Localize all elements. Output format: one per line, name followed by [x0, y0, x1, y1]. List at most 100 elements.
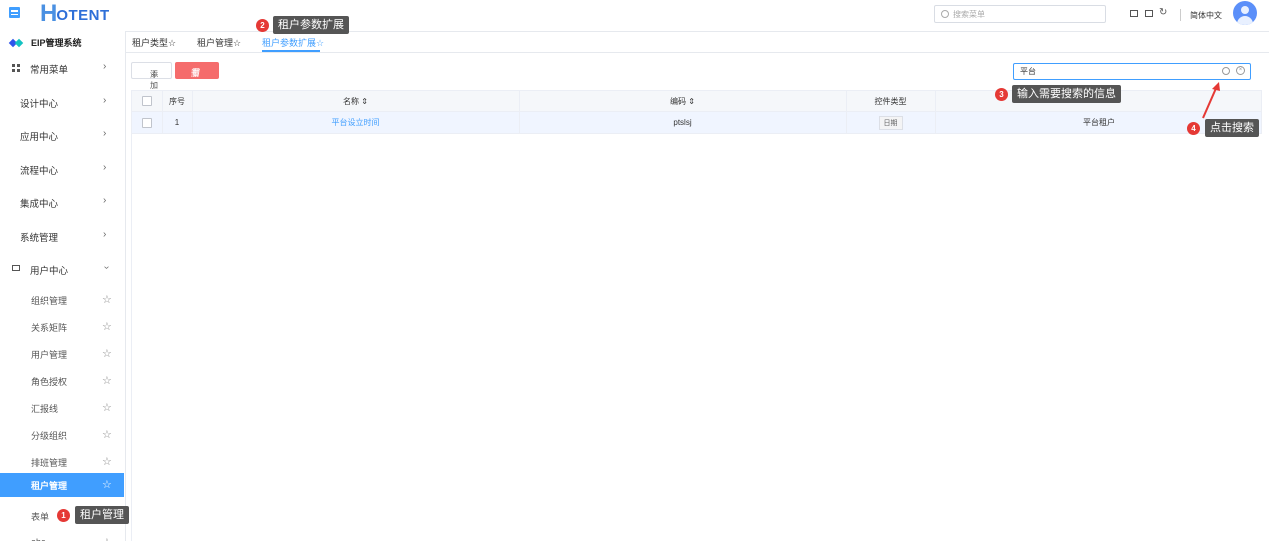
sidebar-subitem-graded-org[interactable]: 分级组织 ☆	[0, 423, 124, 447]
avatar[interactable]	[1233, 1, 1257, 25]
cell-name-link[interactable]: 平台设立时间	[192, 112, 519, 133]
table-row[interactable]: 1 平台设立时间 ptslsj 日期 平台租户	[131, 112, 1262, 134]
search-icon[interactable]	[1222, 67, 1230, 75]
sidebar-subitem-users[interactable]: 用户管理 ☆	[0, 342, 124, 366]
star-icon[interactable]: ☆	[102, 428, 112, 441]
chevron-right-icon: ›	[103, 95, 107, 106]
sidebar-item-user-center[interactable]: 用户中心 ›	[0, 259, 124, 279]
star-icon[interactable]: ☆	[102, 478, 112, 491]
cell-control-type: 日期	[846, 112, 935, 133]
delete-button[interactable]: 🗑 删除	[175, 62, 219, 89]
sidebar-item-system-management[interactable]: 系统管理 ›	[0, 226, 124, 246]
sidebar-subitem-label: 角色授权	[31, 377, 68, 387]
sidebar-item-app-center[interactable]: 应用中心 ›	[0, 125, 124, 145]
chevron-down-icon: ›	[101, 265, 113, 270]
star-icon[interactable]: ☆	[102, 347, 112, 360]
star-icon[interactable]: ☆	[102, 455, 112, 468]
chevron-right-icon: ›	[103, 195, 107, 206]
annotation-2-tooltip: 租户参数扩展	[273, 16, 349, 34]
star-icon[interactable]: ☆	[102, 293, 112, 306]
annotation-2-badge: 2	[256, 19, 269, 32]
monitor-icon	[12, 265, 20, 271]
header-checkbox-cell	[132, 91, 162, 111]
sidebar-item-label: 系统管理	[20, 233, 59, 244]
refresh-icon[interactable]: ↻	[1159, 7, 1167, 18]
star-icon[interactable]: ☆	[102, 536, 112, 541]
sidebar-item-label: 常用菜单	[30, 65, 69, 76]
system-title[interactable]: EIP管理系统	[10, 36, 82, 49]
search-icon	[941, 10, 949, 18]
fullscreen-icon[interactable]	[1145, 10, 1153, 17]
row-checkbox[interactable]	[142, 117, 152, 128]
logo-text: OTENT	[56, 7, 110, 24]
sidebar-subitem-label: 分级组织	[31, 431, 68, 441]
select-all-checkbox[interactable]	[142, 96, 152, 106]
sidebar-subitem-abc[interactable]: abc ☆	[0, 531, 124, 541]
sidebar-item-label: 集成中心	[20, 199, 59, 210]
annotation-4-tooltip: 点击搜索	[1205, 119, 1259, 137]
sidebar-item-common-menu[interactable]: 常用菜单 ›	[0, 58, 124, 78]
annotation-1-tooltip: 租户管理	[75, 506, 129, 524]
search-field[interactable]: ×	[1013, 63, 1251, 80]
chevron-right-icon: ›	[103, 128, 107, 139]
sidebar-item-label: 流程中心	[20, 166, 59, 177]
clear-icon[interactable]: ×	[1236, 66, 1245, 75]
tab-tenant-type[interactable]: 租户类型☆	[132, 36, 176, 49]
delete-button-label: 删除	[191, 69, 199, 89]
menu-search-placeholder: 搜索菜单	[953, 10, 985, 19]
chevron-right-icon: ›	[103, 229, 107, 240]
menu-search-input[interactable]: 搜索菜单	[934, 5, 1106, 23]
sidebar-subitem-label: 用户管理	[31, 350, 68, 360]
sidebar-subitem-label: 排班管理	[31, 458, 68, 468]
divider	[1180, 9, 1181, 21]
top-bar: H OTENT 搜索菜单 ↻ 简体中文	[0, 0, 1269, 32]
logo: H OTENT	[40, 0, 110, 27]
annotation-3-badge: 3	[995, 88, 1008, 101]
add-button-label: 添加	[150, 70, 158, 90]
add-button[interactable]: ＋ 添加	[131, 62, 172, 90]
menu-toggle-icon[interactable]	[9, 7, 20, 18]
screen-icon[interactable]	[1130, 10, 1138, 17]
tab-tenant-param-extension[interactable]: 租户参数扩展☆	[262, 36, 324, 49]
tabs-divider	[125, 52, 1269, 53]
logo-letter: H	[40, 0, 57, 27]
sidebar-item-design-center[interactable]: 设计中心 ›	[0, 92, 124, 112]
language-selector[interactable]: 简体中文	[1190, 10, 1222, 21]
annotation-1-badge: 1	[57, 509, 70, 522]
sidebar: EIP管理系统 常用菜单 › 设计中心 › 应用中心 › 流程中心 › 集成中心…	[0, 31, 126, 541]
annotation-4-badge: 4	[1187, 122, 1200, 135]
sidebar-subitem-label: abc	[31, 537, 46, 541]
sidebar-subitem-tenant[interactable]: 租户管理 ☆	[0, 473, 124, 497]
search-input[interactable]	[1020, 66, 1210, 77]
column-header-index: 序号	[169, 96, 185, 106]
chevron-right-icon: ›	[103, 162, 107, 173]
sidebar-subitem-label: 关系矩阵	[31, 323, 68, 333]
sidebar-subitem-schedule[interactable]: 排班管理 ☆	[0, 450, 124, 474]
star-icon[interactable]: ☆	[102, 401, 112, 414]
grid-icon	[12, 64, 20, 72]
column-header-name[interactable]: 名称 ⇕	[192, 91, 519, 111]
cell-index: 1	[174, 118, 180, 127]
sidebar-item-integration-center[interactable]: 集成中心 ›	[0, 192, 124, 212]
sidebar-subitem-label: 表单	[31, 512, 50, 522]
tab-tenant-management[interactable]: 租户管理☆	[197, 36, 241, 49]
sidebar-item-label: 应用中心	[20, 132, 59, 143]
system-title-label: EIP管理系统	[31, 38, 82, 48]
sidebar-subitem-report-line[interactable]: 汇报线 ☆	[0, 396, 124, 420]
annotation-4-arrow	[1202, 82, 1220, 119]
chevron-right-icon: ›	[103, 61, 107, 72]
row-checkbox-cell	[132, 112, 162, 133]
sidebar-subitem-matrix[interactable]: 关系矩阵 ☆	[0, 315, 124, 339]
cell-code: ptslsj	[673, 118, 692, 127]
sidebar-subitem-roles[interactable]: 角色授权 ☆	[0, 369, 124, 393]
sidebar-subitem-label: 租户管理	[31, 481, 68, 491]
sidebar-subitem-org[interactable]: 组织管理 ☆	[0, 288, 124, 312]
star-icon[interactable]: ☆	[102, 374, 112, 387]
system-logo-icon	[10, 39, 24, 47]
star-icon[interactable]: ☆	[102, 320, 112, 333]
sidebar-item-flow-center[interactable]: 流程中心 ›	[0, 159, 124, 179]
active-tab-indicator	[262, 50, 320, 52]
control-type-tag: 日期	[878, 115, 903, 130]
column-header-code[interactable]: 编码 ⇕	[519, 91, 846, 111]
annotation-3-tooltip: 输入需要搜索的信息	[1012, 85, 1121, 103]
